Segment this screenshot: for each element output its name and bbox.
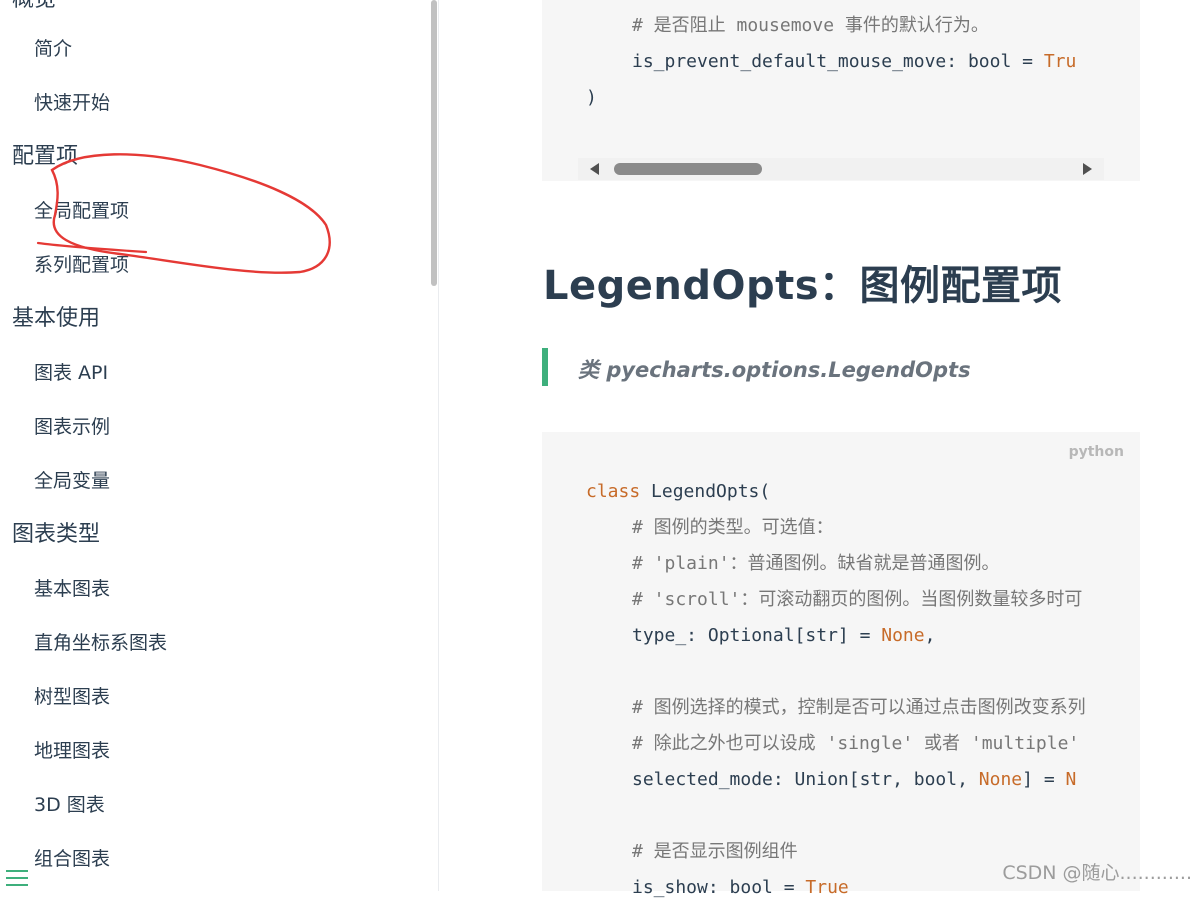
code-text: is_show: bool = [632, 877, 806, 898]
section-heading-legendopts: LegendOpts：图例配置项 [543, 263, 1063, 309]
nav-item-quickstart[interactable]: 快速开始 [34, 90, 110, 116]
scroll-right-arrow-icon[interactable] [1083, 163, 1092, 175]
code-is-show-line: is_show: bool = True [632, 876, 849, 900]
code-keyword: class [586, 481, 641, 502]
sidebar-divider [438, 0, 439, 891]
code-closing-paren: ) [586, 87, 597, 108]
code-text: selected_mode: Union[str, bool, [632, 769, 979, 790]
code-comment: # 'plain'：普通图例。缺省就是普通图例。 [632, 553, 1000, 574]
blockquote-text: 类 pyecharts.options.LegendOpts [578, 354, 971, 384]
code-block-legendopts: python class LegendOpts( # 图例的类型。可选值： # … [542, 432, 1140, 898]
code-text: LegendOpts( [640, 481, 771, 502]
nav-item-intro[interactable]: 简介 [34, 36, 72, 62]
nav-item-geo-charts[interactable]: 地理图表 [34, 738, 110, 764]
nav-heading-basic-usage[interactable]: 基本使用 [12, 305, 100, 333]
blockquote: 类 pyecharts.options.LegendOpts [542, 348, 1146, 386]
menu-icon[interactable] [6, 870, 28, 888]
code-comment: # 除此之外也可以设成 'single' 或者 'multiple' [632, 733, 1080, 754]
sidebar-scrollbar-thumb[interactable] [431, 0, 437, 286]
language-tag: python [1068, 444, 1124, 460]
scroll-left-arrow-icon[interactable] [590, 163, 599, 175]
code-keyword: None [881, 625, 925, 646]
nav-item-tree-charts[interactable]: 树型图表 [34, 684, 110, 710]
code-block-top: # 是否阻止 mousemove 事件的默认行为。 is_prevent_def… [542, 0, 1140, 181]
code-class-line: class LegendOpts( [586, 480, 770, 504]
nav-item-chart-api[interactable]: 图表 API [34, 360, 108, 386]
code-comment: # 是否阻止 mousemove 事件的默认行为。 [632, 15, 989, 36]
code-comment: # 图例的类型。可选值： [632, 517, 834, 538]
nav-item-series-options[interactable]: 系列配置项 [34, 252, 129, 278]
code-text: ] = [1022, 769, 1066, 790]
nav-item-basic-charts[interactable]: 基本图表 [34, 576, 110, 602]
code-keyword: Tru [1043, 51, 1077, 72]
horizontal-scrollbar-thumb[interactable] [614, 163, 762, 175]
sidebar: 概览 简介 快速开始 配置项 全局配置项 系列配置项 基本使用 图表 API 图… [0, 0, 432, 891]
nav-item-3d-charts[interactable]: 3D 图表 [34, 792, 105, 818]
code-selected-mode-line: selected_mode: Union[str, bool, None] = … [632, 768, 1076, 792]
nav-heading-options[interactable]: 配置项 [12, 143, 78, 171]
nav-heading-overview[interactable]: 概览 [12, 0, 56, 14]
code-comment: # 图例选择的模式，控制是否可以通过点击图例改变系列 [632, 697, 1086, 718]
blockquote-prefix: 类 [578, 358, 599, 382]
code-type-line: type_: Optional[str] = None, [632, 624, 935, 648]
watermark: CSDN @随心............ [1002, 862, 1192, 884]
code-keyword: True [805, 877, 849, 898]
nav-item-chart-examples[interactable]: 图表示例 [34, 414, 110, 440]
nav-item-rectangular-charts[interactable]: 直角坐标系图表 [34, 630, 167, 656]
nav-item-global-variables[interactable]: 全局变量 [34, 468, 110, 494]
code-keyword: N [1065, 769, 1077, 790]
code-text: , [924, 625, 936, 646]
code-text: is_prevent_default_mouse_move: bool = [632, 51, 1044, 72]
nav-item-global-options[interactable]: 全局配置项 [34, 198, 129, 224]
nav-item-composite-charts[interactable]: 组合图表 [34, 846, 110, 872]
code-keyword: None [978, 769, 1023, 790]
code-comment: # 'scroll'：可滚动翻页的图例。当图例数量较多时可 [632, 589, 1083, 610]
nav-heading-chart-types[interactable]: 图表类型 [12, 521, 100, 549]
code-line: is_prevent_default_mouse_move: bool = Tr… [632, 50, 1076, 74]
blockquote-class-path: pyecharts.options.LegendOpts [606, 358, 971, 382]
code-text: type_: Optional[str] = [632, 625, 882, 646]
code-comment: # 是否显示图例组件 [632, 841, 798, 862]
horizontal-scrollbar[interactable] [578, 158, 1104, 180]
